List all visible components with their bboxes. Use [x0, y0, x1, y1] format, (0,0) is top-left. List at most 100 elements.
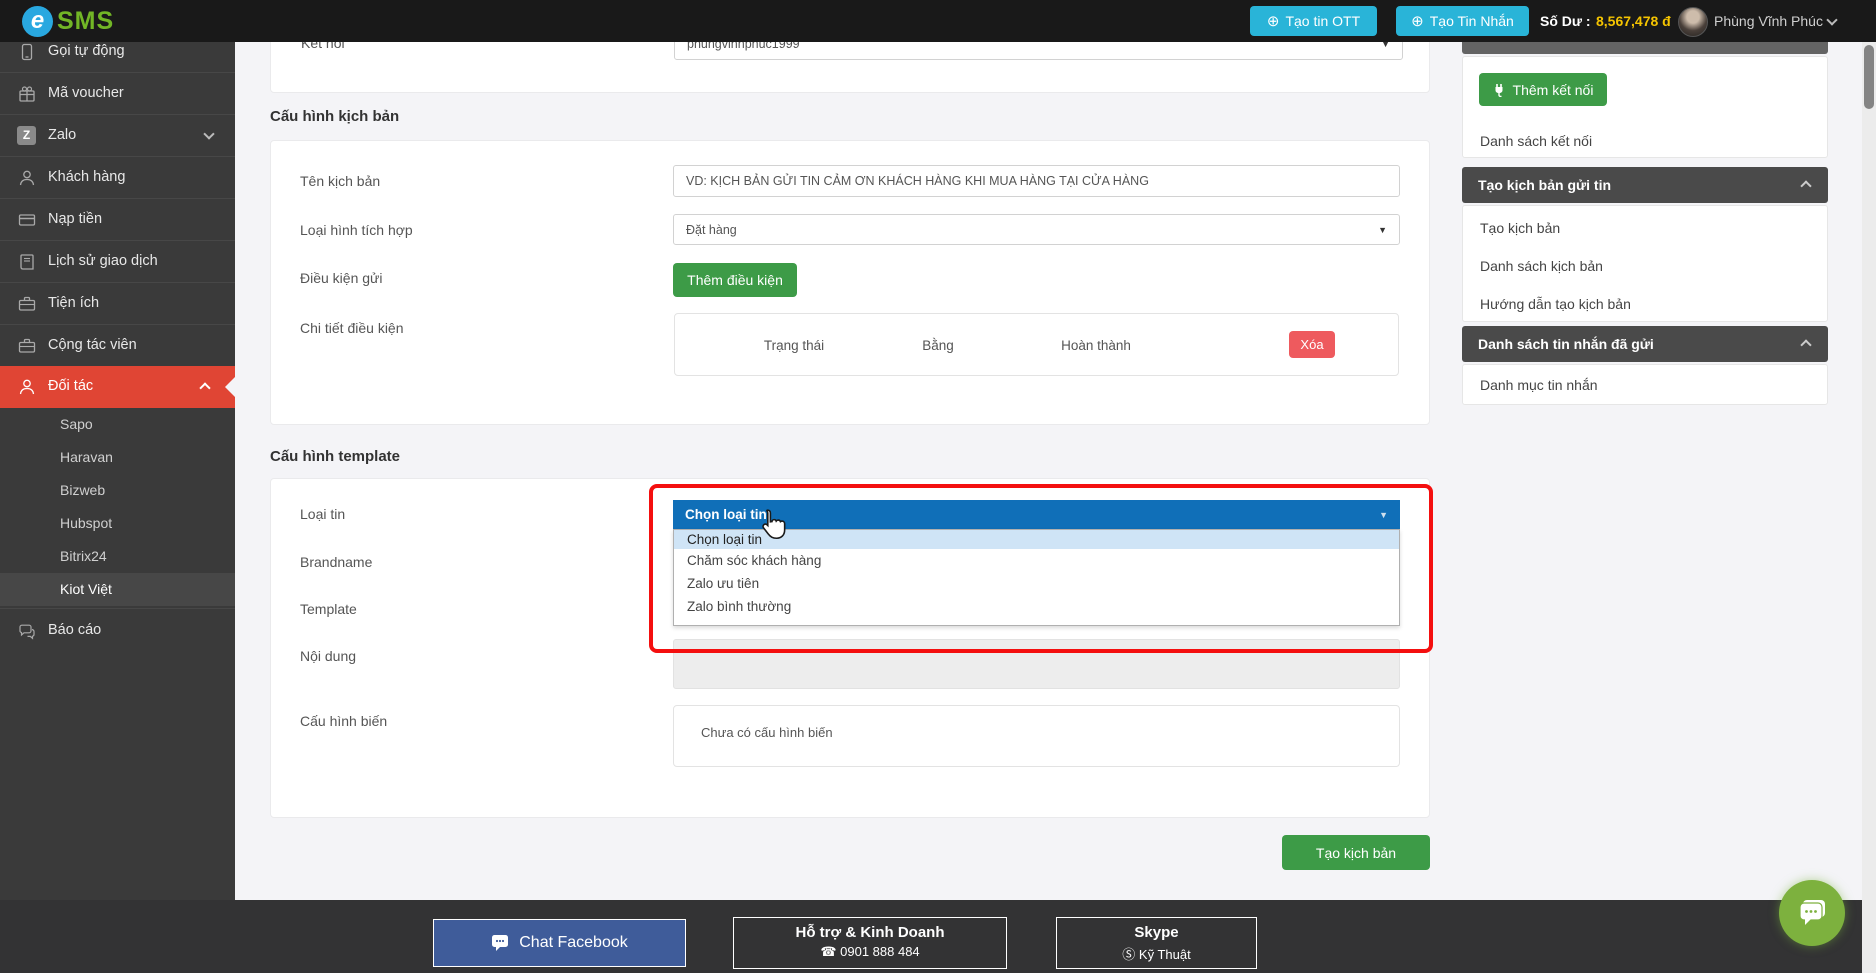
sidebar-item-label: Tiện ích: [48, 295, 99, 311]
scrollbar-thumb[interactable]: [1864, 45, 1874, 109]
send-condition-label: Điều kiện gửi: [300, 270, 383, 286]
card-icon: [18, 211, 36, 229]
sidebar-item-label: Cộng tác viên: [48, 337, 137, 353]
condition-operator: Bằng: [922, 338, 954, 353]
sidebar-subitem-haravan[interactable]: Haravan: [0, 441, 235, 474]
right-section-header[interactable]: Tạo kịch bản gửi tin: [1462, 167, 1828, 203]
dropdown-option[interactable]: Zalo ưu tiên: [674, 572, 1399, 595]
variable-config-label: Cấu hình biến: [300, 713, 387, 729]
sidebar-subitem-label: Bitrix24: [60, 548, 107, 564]
scenario-name-value: VD: KỊCH BẢN GỬI TIN CẢM ƠN KHÁCH HÀNG K…: [686, 174, 1149, 188]
esms-logo[interactable]: e SMS: [22, 5, 114, 37]
message-type-label: Loại tin: [300, 506, 345, 522]
create-ott-button[interactable]: ⊕ Tạo tin OTT: [1250, 6, 1377, 36]
sidebar-item-label: Khách hàng: [48, 169, 125, 185]
user-menu[interactable]: Phùng Vĩnh Phúc: [1714, 13, 1823, 29]
condition-row: Trạng thái Bằng Hoàn thành Xóa: [674, 313, 1399, 376]
create-scenario-link[interactable]: Tạo kịch bản: [1480, 220, 1560, 236]
message-category-link[interactable]: Danh mục tin nhắn: [1480, 377, 1598, 393]
sidebar-subitem-label: Sapo: [60, 416, 93, 432]
chat-facebook-button[interactable]: Chat Facebook: [433, 919, 686, 967]
sidebar-item-khach-hang[interactable]: Khách hàng: [0, 156, 235, 198]
message-type-dropdown: Chọn loại tin Chăm sóc khách hàng Zalo ư…: [673, 529, 1400, 626]
integration-type-label: Loại hình tích hợp: [300, 222, 413, 238]
sidebar-subitem-hubspot[interactable]: Hubspot: [0, 507, 235, 540]
user-icon: [18, 378, 36, 396]
avatar[interactable]: [1678, 7, 1708, 37]
skype-box[interactable]: Skype Ⓢ Kỹ Thuật: [1056, 917, 1257, 969]
chat-icon: [491, 934, 511, 952]
condition-value: Hoàn thành: [1061, 338, 1131, 353]
scenario-list-link[interactable]: Danh sách kịch bản: [1480, 258, 1603, 274]
briefcase-icon: [18, 295, 36, 313]
balance-value: 8,567,478 đ: [1596, 13, 1671, 29]
condition-detail-label: Chi tiết điều kiện: [300, 320, 404, 336]
support-phone: ☎ 0901 888 484: [734, 944, 1006, 960]
esms-app: Kết nối phungvinhphuc1999 ▼ Cấu hình kịc…: [0, 0, 1876, 973]
sidebar-item-label: Báo cáo: [48, 622, 101, 638]
scenario-name-label: Tên kịch bản: [300, 173, 380, 189]
create-scenario-button[interactable]: Tạo kịch bản: [1282, 835, 1430, 870]
sidebar-subitem-bizweb[interactable]: Bizweb: [0, 474, 235, 507]
sidebar-subitem-sapo[interactable]: Sapo: [0, 408, 235, 441]
phone-icon: ☎: [820, 944, 836, 959]
sidebar-subitem-label: Hubspot: [60, 515, 112, 531]
chat-widget-button[interactable]: [1779, 880, 1845, 946]
logo-e-icon: e: [22, 6, 53, 37]
plus-circle-icon: ⊕: [1267, 12, 1280, 30]
scenario-name-input[interactable]: VD: KỊCH BẢN GỬI TIN CẢM ƠN KHÁCH HÀNG K…: [673, 165, 1400, 197]
topbar: e SMS ⊕ Tạo tin OTT ⊕ Tạo Tin Nhắn Số Dư…: [0, 0, 1876, 42]
sidebar-item-tien-ich[interactable]: Tiện ích: [0, 282, 235, 324]
connection-block: Thêm kết nối Danh sách kết nối: [1462, 56, 1828, 158]
user-icon: [18, 169, 36, 187]
create-ott-label: Tạo tin OTT: [1285, 13, 1360, 29]
chevron-down-icon: [203, 128, 214, 139]
delete-condition-button[interactable]: Xóa: [1289, 331, 1335, 358]
sidebar-subitem-label: Kiot Việt: [60, 581, 112, 597]
sidebar-item-doi-tac[interactable]: Đối tác: [0, 366, 235, 408]
chevron-down-icon: ▼: [1378, 225, 1387, 235]
section-title-scenario: Cấu hình kịch bản: [270, 108, 399, 125]
sidebar-subitem-kiot-viet[interactable]: Kiot Việt: [0, 573, 235, 606]
add-connection-button[interactable]: Thêm kết nối: [1479, 73, 1607, 106]
skype-icon: Ⓢ: [1122, 947, 1135, 962]
dropdown-option[interactable]: Chăm sóc khách hàng: [674, 549, 1399, 572]
chat-facebook-label: Chat Facebook: [519, 934, 628, 952]
support-title: Hỗ trợ & Kinh Doanh: [734, 924, 1006, 941]
chat-bubbles-icon: [18, 623, 36, 641]
sidebar-subitem-bitrix24[interactable]: Bitrix24: [0, 540, 235, 573]
plus-circle-icon: ⊕: [1411, 12, 1424, 30]
add-condition-button[interactable]: Thêm điều kiện: [673, 263, 797, 297]
message-type-value: Chọn loại tin: [685, 507, 767, 522]
sidebar-item-cong-tac-vien[interactable]: Cộng tác viên: [0, 324, 235, 366]
variable-empty-text: Chưa có cấu hình biến: [701, 725, 833, 740]
sent-messages-block: Danh mục tin nhắn: [1462, 364, 1828, 405]
book-icon: [18, 253, 36, 271]
integration-type-value: Đặt hàng: [686, 223, 737, 237]
right-section-title: Danh sách tin nhắn đã gửi: [1478, 336, 1654, 352]
template-label: Template: [300, 601, 357, 617]
sidebar-item-lich-su-giao-dich[interactable]: Lịch sử giao dịch: [0, 240, 235, 282]
brandname-label: Brandname: [300, 554, 372, 570]
scenario-links-block: Tạo kịch bản Danh sách kịch bản Hướng dẫ…: [1462, 205, 1828, 322]
scenario-guide-link[interactable]: Hướng dẫn tạo kịch bản: [1480, 296, 1631, 312]
right-section-title: Tạo kịch bản gửi tin: [1478, 177, 1611, 193]
scrollbar-track[interactable]: [1862, 42, 1876, 973]
support-box[interactable]: Hỗ trợ & Kinh Doanh ☎ 0901 888 484: [733, 917, 1007, 969]
integration-type-select[interactable]: Đặt hàng ▼: [673, 214, 1400, 245]
sidebar-item-zalo[interactable]: Z Zalo: [0, 114, 235, 156]
sidebar-item-ma-voucher[interactable]: Mã voucher: [0, 72, 235, 114]
content-textarea-disabled: [673, 639, 1400, 689]
sidebar-item-nap-tien[interactable]: Nạp tiền: [0, 198, 235, 240]
sidebar-item-label: Gọi tự động: [48, 43, 125, 59]
chevron-up-icon: [1800, 180, 1811, 191]
create-sms-button[interactable]: ⊕ Tạo Tin Nhắn: [1396, 6, 1529, 36]
add-connection-label: Thêm kết nối: [1513, 82, 1594, 98]
sidebar-item-label: Nạp tiền: [48, 211, 102, 227]
connection-list-link[interactable]: Danh sách kết nối: [1480, 133, 1592, 149]
dropdown-option[interactable]: Zalo bình thường: [674, 595, 1399, 618]
sidebar-item-bao-cao[interactable]: Báo cáo: [0, 608, 235, 652]
sidebar-item-label: Lịch sử giao dịch: [48, 253, 158, 269]
plug-icon: [1493, 83, 1507, 97]
right-section-header[interactable]: Danh sách tin nhắn đã gửi: [1462, 326, 1828, 362]
